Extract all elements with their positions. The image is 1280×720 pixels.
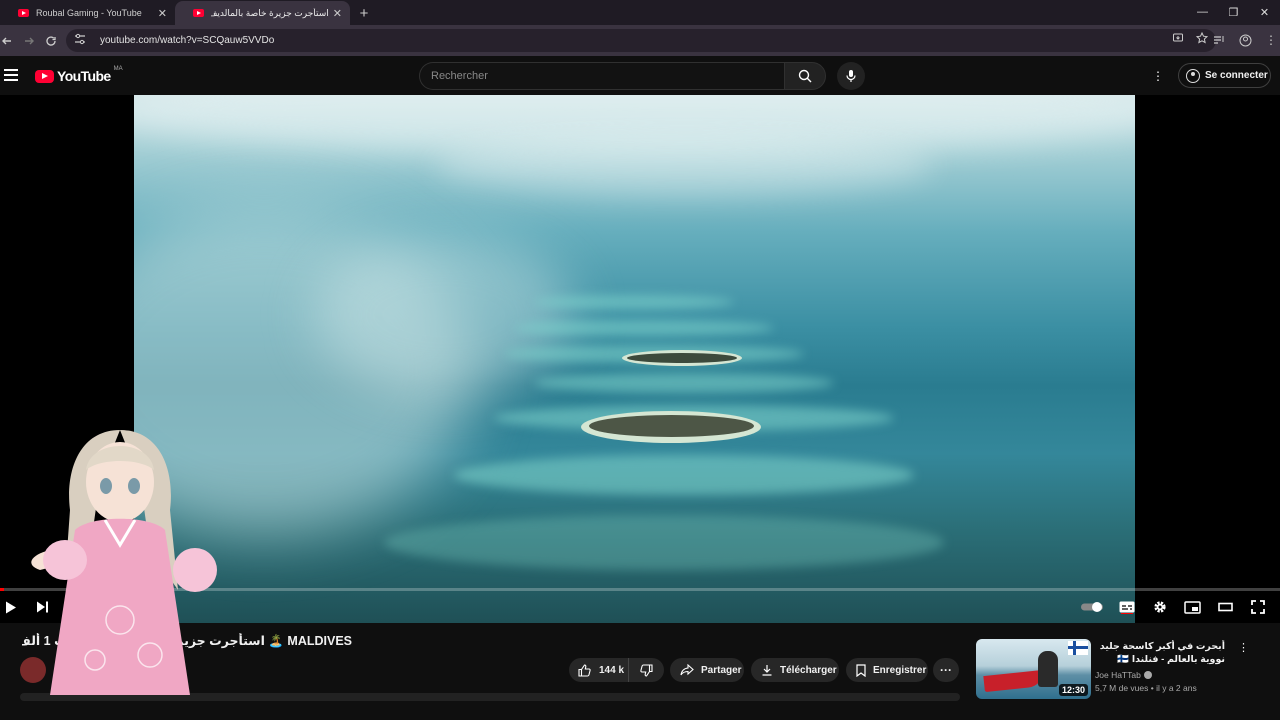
new-tab-button[interactable]: +: [354, 1, 374, 25]
fullscreen-button[interactable]: [1250, 598, 1266, 616]
search-bar: [419, 62, 826, 90]
video-frame[interactable]: [134, 95, 1135, 623]
browser-tab[interactable]: Roubal Gaming - YouTube ✕: [0, 1, 175, 25]
recommended-title[interactable]: أبحرت في أكبر كاسحة جليد نووية بالعالم -…: [1095, 640, 1225, 667]
account-icon: [1186, 68, 1200, 83]
recommended-meta: 5,7 M de vues • il y a 2 ans: [1095, 683, 1197, 693]
share-arrow-icon: [680, 664, 694, 676]
like-count: 144 k: [599, 664, 625, 676]
address-bar-row: youtube.com/watch?v=SCQauw5VVDo ⋮: [0, 25, 1280, 56]
autoplay-toggle-icon: [1081, 602, 1103, 612]
voice-search-button[interactable]: [837, 62, 865, 90]
youtube-play-logo-icon: [35, 69, 54, 83]
save-button[interactable]: Enregistrer: [846, 658, 928, 682]
window-controls: — ❐ ✕: [1187, 0, 1280, 24]
more-actions-button[interactable]: ···: [933, 658, 959, 682]
minimize-button[interactable]: —: [1187, 0, 1218, 24]
description-box-edge[interactable]: [20, 693, 960, 701]
autoplay-toggle[interactable]: [1081, 598, 1105, 616]
restore-button[interactable]: ❐: [1218, 0, 1249, 24]
recommended-video[interactable]: 12:30 أبحرت في أكبر كاسحة جليد نووية بال…: [976, 639, 1266, 699]
subtitles-button[interactable]: [1119, 598, 1135, 616]
hamburger-menu-icon[interactable]: [4, 69, 18, 81]
share-button[interactable]: Partager: [670, 658, 744, 682]
youtube-logo[interactable]: YouTube MA: [35, 66, 123, 84]
site-settings-icon[interactable]: [74, 33, 90, 48]
omnibox-actions: [1172, 31, 1209, 47]
media-control-icon[interactable]: [1210, 29, 1228, 51]
download-icon: [761, 664, 773, 676]
miniplayer-icon: [1184, 600, 1201, 614]
save-label: Enregistrer: [873, 664, 927, 676]
profile-icon[interactable]: [1236, 29, 1254, 51]
browser-menu-icon[interactable]: ⋮: [1262, 29, 1280, 51]
recommended-channel[interactable]: Joe HaTTab: [1095, 670, 1152, 680]
video-duration: 12:30: [1058, 684, 1088, 696]
verified-check-icon: [1143, 671, 1152, 679]
install-app-icon[interactable]: [1172, 32, 1184, 47]
like-button[interactable]: 144 k: [569, 658, 629, 682]
forward-arrow-icon[interactable]: [18, 30, 40, 52]
sign-in-button[interactable]: Se connecter: [1178, 63, 1271, 88]
channel-avatar[interactable]: [20, 657, 46, 683]
bookmark-star-icon[interactable]: [1195, 31, 1209, 47]
microphone-icon: [846, 70, 856, 82]
youtube-header: YouTube MA ⋮ Se connecter: [0, 56, 1280, 95]
thumbs-up-icon: [578, 663, 591, 677]
logo-wordmark: YouTube: [57, 68, 111, 84]
tab-title: Roubal Gaming - YouTube: [36, 8, 142, 18]
tab-title: استأجرت جزيرة خاصة بالمالديف: [211, 7, 329, 18]
back-arrow-icon[interactable]: [0, 30, 18, 52]
search-icon: [798, 69, 812, 83]
video-player[interactable]: [0, 95, 1280, 623]
recommended-thumbnail[interactable]: 12:30: [976, 639, 1091, 699]
settings-button[interactable]: [1152, 598, 1168, 616]
video-info-section: MALDIVES 🏝️ استأجرت جزيرة خاصة بالمالديف…: [0, 623, 1280, 720]
search-input[interactable]: [419, 62, 784, 90]
settings-gear-icon: [1154, 601, 1166, 613]
bookmark-icon: [856, 663, 866, 677]
recommended-channel-name: Joe HaTTab: [1095, 670, 1141, 680]
miniplayer-button[interactable]: [1184, 598, 1201, 616]
dislike-button[interactable]: [629, 658, 664, 682]
youtube-favicon-icon: [18, 9, 29, 17]
omnibox[interactable]: youtube.com/watch?v=SCQauw5VVDo: [66, 29, 1216, 52]
tab-close-icon[interactable]: ✕: [333, 7, 342, 20]
progress-bar[interactable]: [0, 588, 1280, 591]
download-button[interactable]: Télécharger: [751, 658, 839, 682]
finland-flag-icon: [1068, 641, 1088, 655]
volume-button[interactable]: [66, 598, 80, 616]
share-label: Partager: [701, 664, 742, 676]
browser-toolbar-icons: ⋮: [1210, 29, 1280, 51]
reload-icon[interactable]: [40, 30, 62, 52]
progress-fill: [0, 588, 4, 591]
fullscreen-icon: [1251, 600, 1265, 614]
recommended-more-icon[interactable]: ⋮: [1238, 641, 1249, 654]
browser-tab-strip: Roubal Gaming - YouTube ✕ استأجرت جزيرة …: [0, 0, 1280, 25]
country-code: MA: [113, 66, 123, 72]
search-button[interactable]: [784, 62, 826, 90]
url-text[interactable]: youtube.com/watch?v=SCQauw5VVDo: [100, 35, 274, 46]
theater-mode-button[interactable]: [1217, 598, 1234, 616]
youtube-favicon-icon: [193, 9, 204, 17]
next-icon: [36, 601, 48, 613]
browser-tab-active[interactable]: استأجرت جزيرة خاصة بالمالديف ✕: [175, 1, 350, 25]
settings-more-icon[interactable]: ⋮: [1150, 68, 1166, 84]
download-label: Télécharger: [780, 664, 837, 676]
sign-in-label: Se connecter: [1205, 70, 1268, 81]
channel-name[interactable]: J: [55, 663, 61, 674]
volume-icon: [68, 602, 75, 612]
subtitles-icon: [1119, 601, 1135, 614]
next-button[interactable]: [34, 598, 50, 616]
thumbs-down-icon: [640, 663, 653, 677]
close-window-button[interactable]: ✕: [1249, 0, 1280, 24]
tab-close-icon[interactable]: ✕: [158, 7, 167, 20]
video-title: MALDIVES 🏝️ استأجرت جزيرة خاصة بالمالديف…: [22, 634, 352, 648]
theater-icon: [1218, 602, 1233, 612]
like-dislike-group: 144 k: [569, 658, 664, 682]
play-icon: [6, 601, 16, 613]
play-button[interactable]: [4, 598, 18, 616]
